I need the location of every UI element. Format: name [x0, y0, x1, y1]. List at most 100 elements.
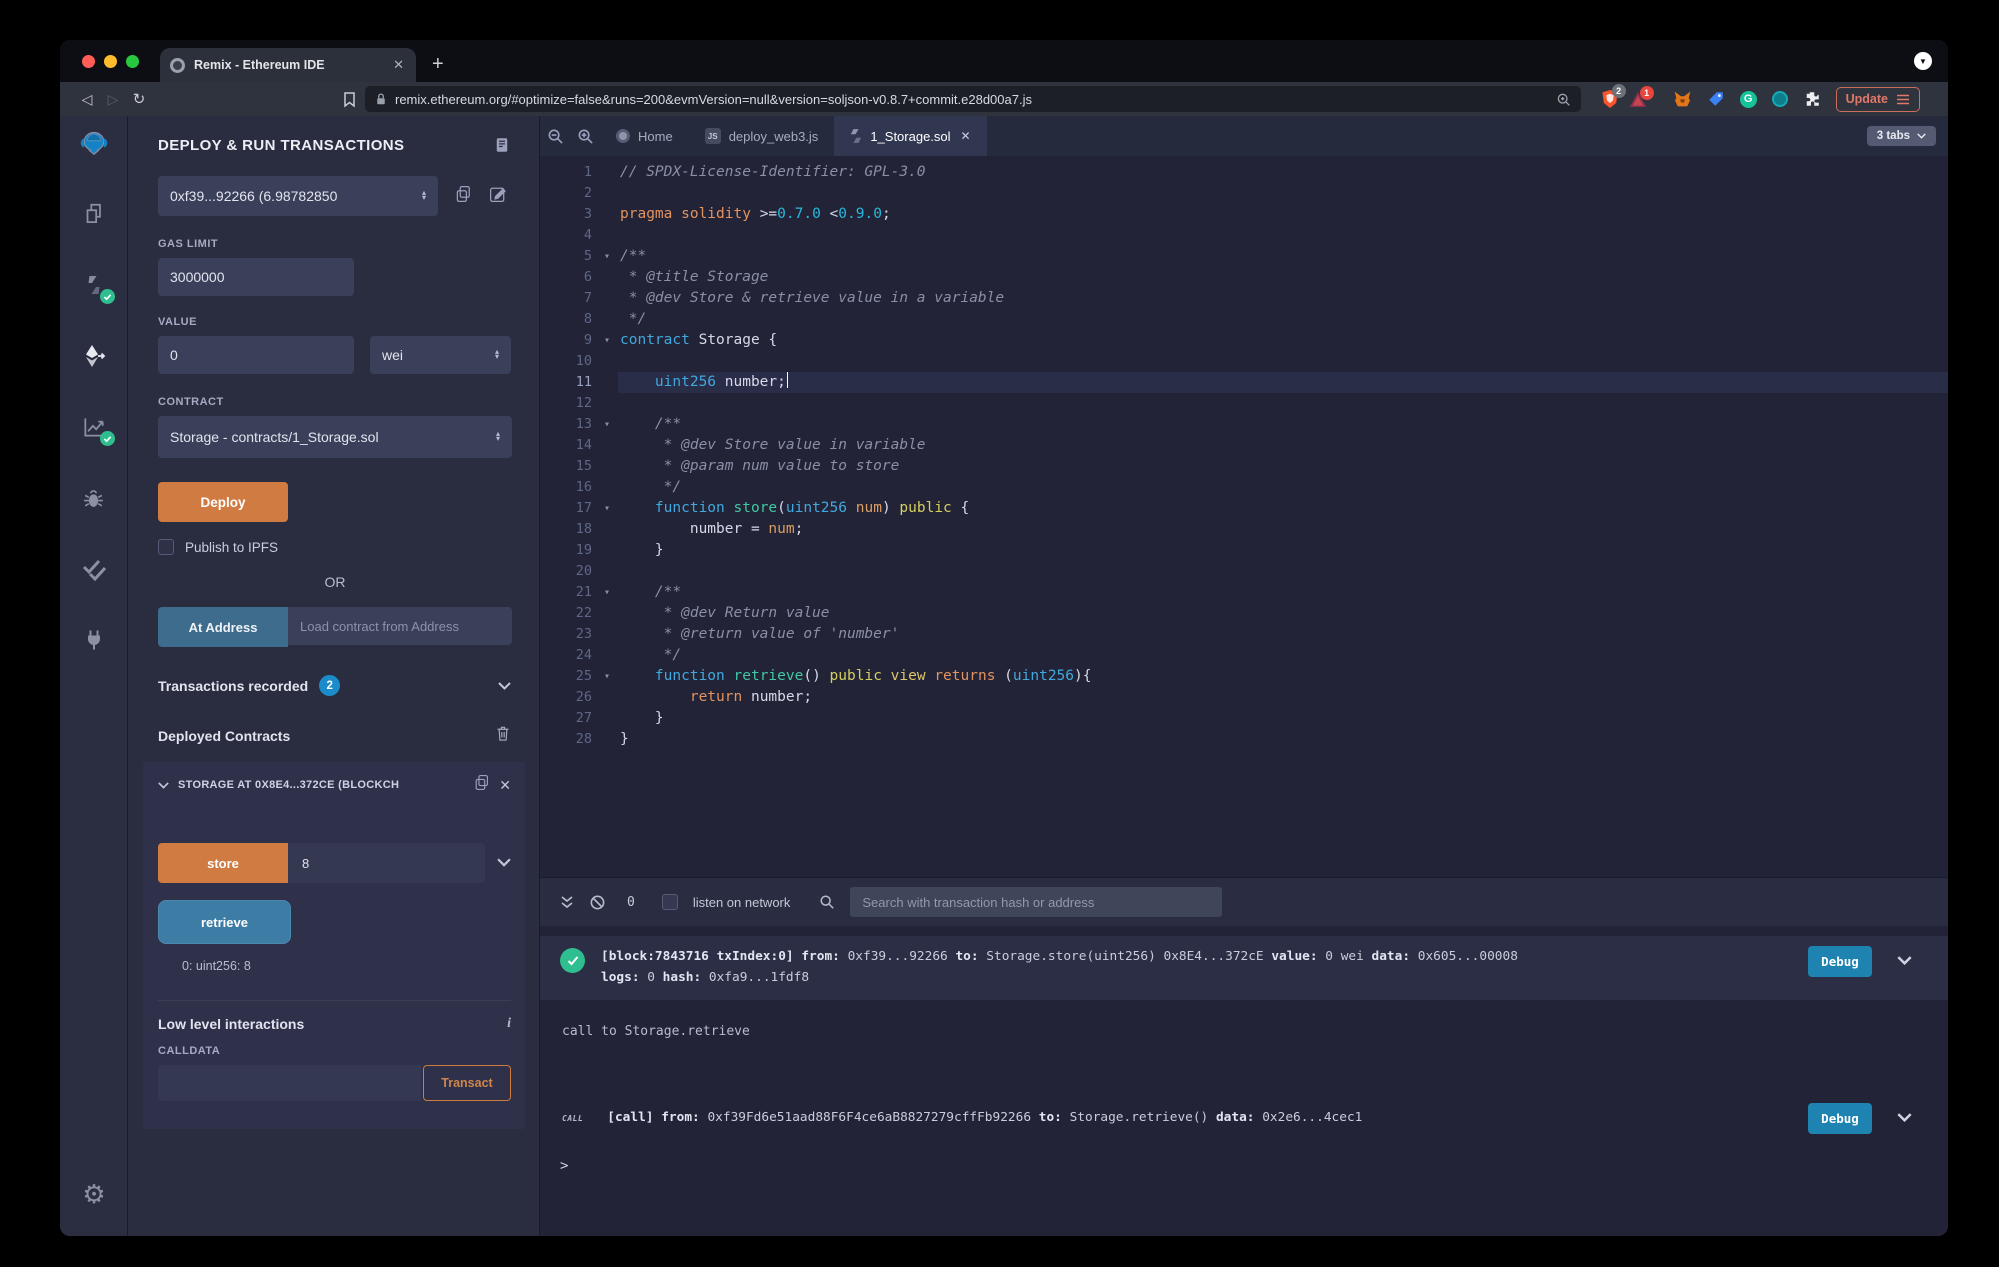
- debug-button[interactable]: Debug: [1808, 946, 1872, 977]
- extension-alert-icon[interactable]: 1: [1629, 85, 1654, 108]
- publish-ipfs-checkbox[interactable]: [158, 539, 174, 555]
- solidity-file-icon: [851, 129, 862, 143]
- extensions-puzzle-icon[interactable]: [1803, 90, 1821, 108]
- at-address-button[interactable]: At Address: [158, 607, 288, 647]
- tabs-count-badge[interactable]: 3 tabs: [1866, 126, 1936, 146]
- solidity-analysis-icon[interactable]: [79, 412, 115, 446]
- zoom-out-icon[interactable]: [540, 116, 570, 156]
- settings-gear-icon[interactable]: ⚙: [60, 1179, 128, 1210]
- copy-contract-address-icon[interactable]: [474, 774, 490, 796]
- retrieve-button[interactable]: retrieve: [158, 900, 291, 944]
- tabs-menu-chevron-icon: [1917, 133, 1926, 139]
- solidity-compiler-icon[interactable]: [79, 270, 115, 304]
- copy-account-icon[interactable]: [455, 185, 472, 208]
- search-tabs-button[interactable]: ▼: [1914, 52, 1932, 70]
- browser-tab[interactable]: Remix - Ethereum IDE ✕: [160, 48, 416, 82]
- value-input[interactable]: [158, 336, 354, 374]
- js-file-icon: JS: [704, 128, 721, 144]
- teal-extension-icon[interactable]: [1771, 91, 1788, 107]
- extensions-row: G Update: [1673, 86, 1920, 112]
- browser-tab-strip: Remix - Ethereum IDE ✕ + ▼: [60, 40, 1948, 82]
- unit-select[interactable]: wei ▴ ▾: [370, 336, 511, 374]
- pending-tx-count: 0: [627, 894, 635, 910]
- update-button[interactable]: Update: [1835, 86, 1920, 112]
- zoom-page-icon[interactable]: [1556, 92, 1571, 107]
- store-button[interactable]: store: [158, 843, 288, 883]
- metamask-icon[interactable]: [1673, 90, 1692, 108]
- code-content[interactable]: // SPDX-License-Identifier: GPL-3.0 pragm…: [618, 156, 1948, 877]
- code-editor[interactable]: 1 2 3 4 5 ▾ 6 7 8 9 ▾ 10 11 12 13 ▾ 14 15 16 17 ▾ 18 19 20 21 ▾ 22…: [540, 156, 1948, 877]
- tx-success-icon: [560, 948, 585, 973]
- card-divider: [158, 1000, 511, 1001]
- clear-deployed-trash-icon[interactable]: [495, 725, 511, 747]
- store-expand-chevron-icon[interactable]: [497, 854, 511, 872]
- terminal-call-entry: CALL [call] from: 0xf39Fd6e51aad88F6F4ce…: [540, 1101, 1948, 1134]
- debugger-icon[interactable]: [79, 483, 109, 513]
- debug-button[interactable]: Debug: [1808, 1103, 1872, 1134]
- file-explorer-icon[interactable]: [79, 199, 109, 229]
- tag-extension-icon[interactable]: [1707, 90, 1725, 108]
- reload-button[interactable]: ↻: [126, 90, 152, 108]
- at-address-input[interactable]: [288, 607, 512, 645]
- deployed-contract-title: STORAGE AT 0X8E4...372CE (BLOCKCH: [178, 779, 400, 791]
- bookmark-icon[interactable]: [342, 91, 357, 108]
- remix-app: ⚙ DEPLOY & RUN TRANSACTIONS 0xf39...9226…: [60, 116, 1948, 1236]
- edit-account-icon[interactable]: [489, 185, 507, 208]
- new-tab-button[interactable]: +: [432, 53, 444, 76]
- analysis-success-badge: [99, 431, 115, 446]
- editor-tab-bar: Home JS deploy_web3.js 1_Storage.sol ✕ 3…: [540, 116, 1948, 156]
- tab-storage-sol[interactable]: 1_Storage.sol ✕: [834, 116, 987, 156]
- terminal-tx-entry: [block:7843716 txIndex:0] from: 0xf39...…: [540, 936, 1948, 1000]
- close-window-button[interactable]: [82, 55, 95, 68]
- maximize-window-button[interactable]: [126, 55, 139, 68]
- transact-button[interactable]: Transact: [423, 1065, 511, 1101]
- calldata-label: CALLDATA: [158, 1045, 221, 1057]
- collapse-terminal-icon[interactable]: [560, 895, 574, 909]
- zoom-in-icon[interactable]: [570, 116, 600, 156]
- menu-icon: [1897, 94, 1909, 104]
- account-select[interactable]: 0xf39...92266 (6.98782850 ▴ ▾: [158, 176, 438, 216]
- unit-testing-icon[interactable]: [79, 554, 109, 584]
- contract-select[interactable]: Storage - contracts/1_Storage.sol ▴ ▾: [158, 416, 512, 458]
- terminal-search-input[interactable]: [850, 887, 1223, 917]
- forward-button[interactable]: ▷: [100, 91, 126, 108]
- low-level-label: Low level interactions: [158, 1016, 305, 1032]
- brave-shield-icon[interactable]: 2: [1601, 84, 1626, 109]
- deploy-and-run-icon[interactable]: [79, 341, 109, 371]
- close-file-icon[interactable]: ✕: [961, 129, 971, 143]
- remix-logo-icon[interactable]: [79, 128, 109, 158]
- calldata-input[interactable]: [158, 1065, 421, 1101]
- update-label: Update: [1845, 92, 1888, 106]
- back-button[interactable]: ◁: [74, 91, 100, 108]
- transactions-count-badge: 2: [319, 675, 341, 696]
- select-stepper-icon: ▴ ▾: [494, 347, 499, 361]
- compiler-success-badge: [99, 289, 115, 304]
- unit-value: wei: [382, 347, 404, 363]
- store-argument-input[interactable]: [288, 843, 485, 883]
- transactions-chevron-icon[interactable]: [498, 677, 511, 695]
- entry-expand-chevron-icon[interactable]: [1897, 950, 1912, 969]
- card-collapse-chevron-icon[interactable]: [158, 776, 169, 794]
- close-tab-icon[interactable]: ✕: [391, 57, 406, 73]
- terminal-prompt[interactable]: >: [540, 1158, 1948, 1174]
- remix-home-icon: [616, 129, 630, 143]
- terminal-header: 0 listen on network: [540, 878, 1948, 926]
- grammarly-icon[interactable]: G: [1739, 90, 1757, 108]
- info-icon[interactable]: i: [507, 1016, 511, 1032]
- select-stepper-icon: ▴ ▾: [495, 429, 500, 443]
- minimize-window-button[interactable]: [104, 55, 117, 68]
- remove-contract-icon[interactable]: ✕: [499, 777, 511, 794]
- clear-terminal-icon[interactable]: [589, 894, 606, 911]
- gas-limit-input[interactable]: [158, 258, 354, 296]
- deploy-button[interactable]: Deploy: [158, 482, 288, 522]
- publish-ipfs-label: Publish to IPFS: [185, 539, 279, 555]
- listen-network-checkbox[interactable]: [661, 894, 678, 910]
- entry-expand-chevron-icon[interactable]: [1897, 1107, 1912, 1126]
- tab-deploy-web3[interactable]: JS deploy_web3.js: [689, 116, 835, 156]
- url-bar[interactable]: remix.ethereum.org/#optimize=false&runs=…: [365, 86, 1581, 112]
- plugin-manager-icon[interactable]: [79, 625, 109, 655]
- tab-home[interactable]: Home: [600, 116, 689, 156]
- contract-label: CONTRACT: [158, 396, 224, 408]
- documentation-book-icon[interactable]: [493, 136, 511, 154]
- window-controls[interactable]: [82, 55, 139, 68]
